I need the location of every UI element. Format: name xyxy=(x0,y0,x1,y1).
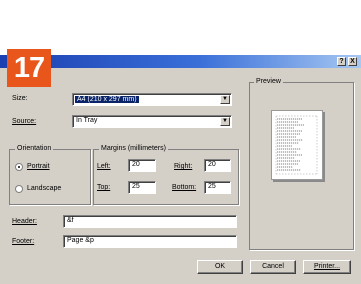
margin-top-input[interactable]: 25 xyxy=(128,181,156,194)
size-selected-value: A4 (210 x 297 mm) xyxy=(75,96,139,103)
help-button[interactable]: ? xyxy=(337,57,346,66)
margin-right-input[interactable]: 20 xyxy=(204,159,231,172)
ok-button[interactable]: OK xyxy=(197,260,243,274)
size-dropdown[interactable]: A4 (210 x 297 mm) ▼ xyxy=(72,93,232,106)
margin-right-label: Right: xyxy=(174,163,193,170)
close-button[interactable]: X xyxy=(348,57,357,66)
footer-label: Footer: xyxy=(12,238,35,245)
source-label: Source: xyxy=(12,118,37,125)
page-preview-thumbnail xyxy=(271,110,323,180)
chevron-down-icon[interactable]: ▼ xyxy=(220,95,230,104)
title-bar: ? X xyxy=(0,55,361,68)
margin-left-label: Left: xyxy=(97,163,111,170)
orientation-legend: Orientation xyxy=(15,145,54,152)
step-number-badge: 17 xyxy=(7,49,51,87)
printer-button[interactable]: Printer... xyxy=(303,260,351,274)
margin-left-input[interactable]: 20 xyxy=(128,159,156,172)
header-label: Header: xyxy=(12,218,37,225)
preview-legend: Preview xyxy=(254,78,283,85)
header-input[interactable]: &f xyxy=(63,215,237,228)
chevron-down-icon[interactable]: ▼ xyxy=(220,117,230,126)
margins-group: Margins (millimeters) xyxy=(93,145,239,205)
margin-top-label: Top: xyxy=(97,184,111,191)
margin-bottom-input[interactable]: 25 xyxy=(204,181,231,194)
footer-input[interactable]: Page &p xyxy=(63,235,237,248)
landscape-radio[interactable] xyxy=(15,185,23,193)
margins-legend: Margins (millimeters) xyxy=(99,145,168,152)
text-lines-icon xyxy=(275,115,318,175)
orientation-group: Orientation xyxy=(9,145,91,205)
margin-bottom-label: Bottom: xyxy=(172,184,197,191)
portrait-label[interactable]: Portrait xyxy=(27,163,50,170)
source-dropdown[interactable]: In Tray ▼ xyxy=(72,115,232,128)
portrait-radio[interactable] xyxy=(15,163,23,171)
cancel-button[interactable]: Cancel xyxy=(250,260,296,274)
size-label: Size: xyxy=(12,95,28,102)
source-value: In Tray xyxy=(76,117,98,124)
landscape-label[interactable]: Landscape xyxy=(27,185,61,192)
